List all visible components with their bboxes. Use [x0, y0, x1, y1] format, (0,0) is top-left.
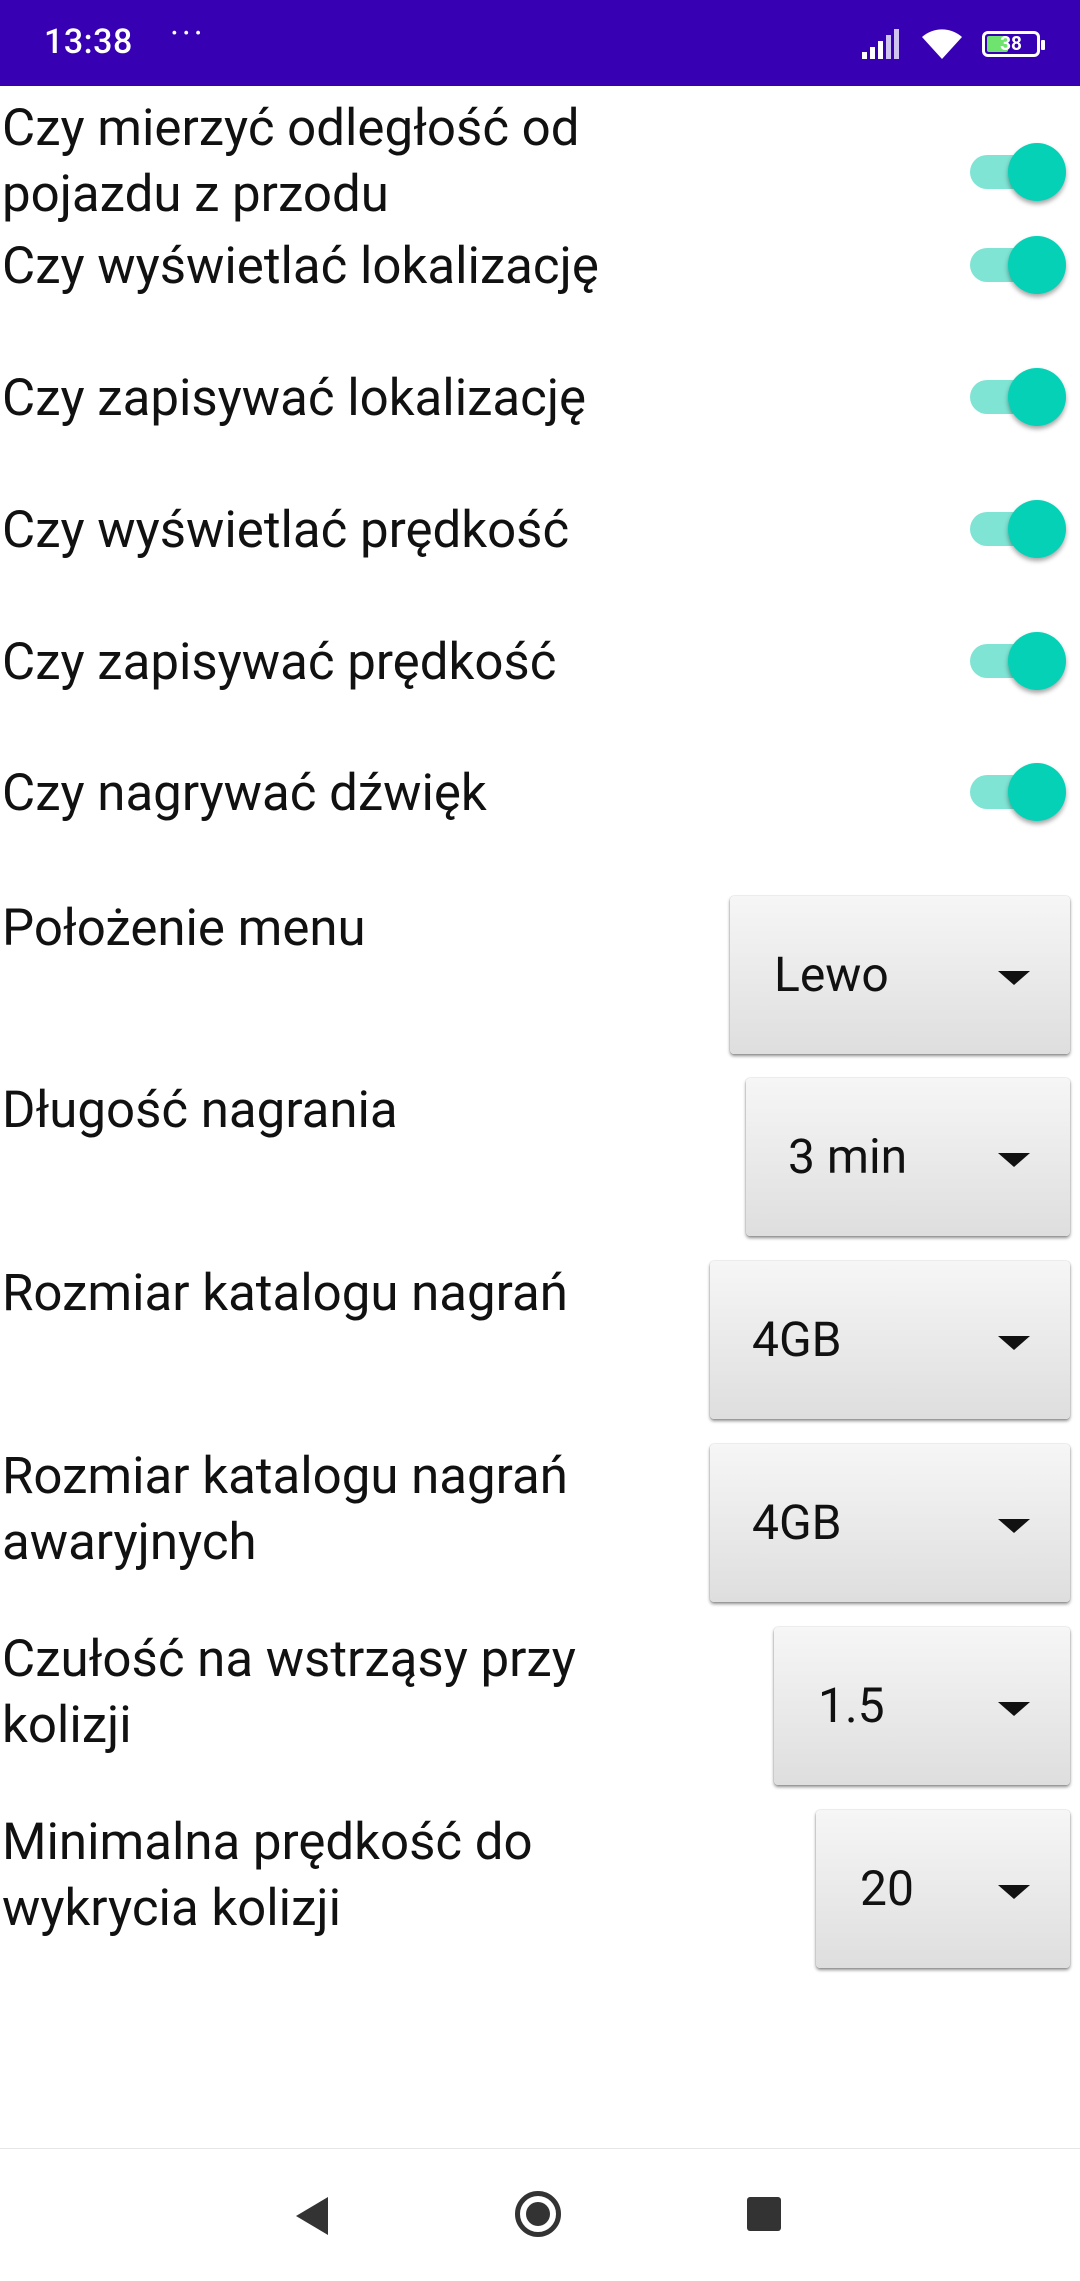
setting-row-emergency-folder-size: Rozmiar katalogu nagrań awaryjnych 4GB: [0, 1444, 1080, 1604]
recents-icon[interactable]: [747, 2197, 781, 2231]
setting-label: Czy wyświetlać prędkość: [2, 501, 570, 560]
setting-label: Rozmiar katalogu nagrań awaryjnych: [2, 1447, 568, 1572]
dropdown-arrow-icon: [998, 1885, 1030, 1899]
setting-label: Minimalna prędkość do wykrycia kolizji: [2, 1813, 533, 1938]
setting-row-distance: Czy mierzyć odległość od pojazdu z przod…: [0, 96, 1080, 224]
status-bar: 13:38 ··· 38: [0, 0, 1080, 86]
signal-icon: [862, 29, 899, 59]
dropdown-arrow-icon: [998, 1153, 1030, 1167]
home-icon[interactable]: [515, 2191, 561, 2237]
setting-label: Czy nagrywać dźwięk: [2, 764, 487, 823]
dropdown-arrow-icon: [998, 1519, 1030, 1533]
recording-length-spinner[interactable]: 3 min: [746, 1078, 1070, 1236]
dropdown-arrow-icon: [998, 971, 1030, 985]
toggle-switch-save-speed[interactable]: [962, 630, 1070, 692]
menu-position-spinner[interactable]: Lewo: [730, 896, 1070, 1054]
dropdown-arrow-icon: [998, 1336, 1030, 1350]
setting-label: Czy zapisywać prędkość: [2, 633, 557, 692]
spinner-value: Lewo: [774, 946, 889, 1003]
more-notifications-icon: ···: [170, 14, 206, 54]
setting-row-save-speed: Czy zapisywać prędkość: [0, 630, 1080, 726]
dropdown-arrow-icon: [998, 1702, 1030, 1716]
setting-row-menu-position: Położenie menu Lewo: [0, 896, 1080, 1056]
battery-icon: 38: [982, 31, 1045, 57]
setting-row-save-location: Czy zapisywać lokalizację: [0, 366, 1080, 462]
spinner-value: 4GB: [752, 1494, 842, 1551]
spinner-value: 3 min: [788, 1128, 908, 1185]
setting-label: Czy zapisywać lokalizację: [2, 369, 587, 428]
setting-row-show-speed: Czy wyświetlać prędkość: [0, 498, 1080, 594]
spinner-value: 1.5: [818, 1677, 885, 1734]
navigation-bar: [0, 2148, 1080, 2281]
recordings-folder-size-spinner[interactable]: 4GB: [710, 1261, 1070, 1419]
battery-level: 38: [1000, 32, 1022, 55]
setting-row-shock-sensitivity: Czułość na wstrząsy przy kolizji 1.5: [0, 1627, 1080, 1787]
setting-row-record-audio: Czy nagrywać dźwięk: [0, 761, 1080, 857]
emergency-folder-size-spinner[interactable]: 4GB: [710, 1444, 1070, 1602]
shock-sensitivity-spinner[interactable]: 1.5: [774, 1627, 1070, 1785]
setting-label: Położenie menu: [2, 899, 366, 958]
setting-label: Czułość na wstrząsy przy kolizji: [2, 1630, 576, 1755]
toggle-switch-save-location[interactable]: [962, 366, 1070, 428]
toggle-switch-show-speed[interactable]: [962, 498, 1070, 560]
setting-label: Rozmiar katalogu nagrań: [2, 1264, 568, 1323]
toggle-switch-show-location[interactable]: [962, 234, 1070, 296]
setting-row-recordings-folder-size: Rozmiar katalogu nagrań 4GB: [0, 1261, 1080, 1421]
wifi-icon: [922, 29, 962, 59]
setting-label: Czy mierzyć odległość od pojazdu z przod…: [2, 99, 580, 224]
back-icon[interactable]: [296, 2197, 328, 2235]
setting-row-recording-length: Długość nagrania 3 min: [0, 1078, 1080, 1238]
setting-label: Długość nagrania: [2, 1081, 398, 1140]
setting-label: Czy wyświetlać lokalizację: [2, 237, 599, 296]
setting-row-min-collision-speed: Minimalna prędkość do wykrycia kolizji 2…: [0, 1810, 1080, 1970]
status-time: 13:38: [44, 22, 133, 62]
spinner-value: 4GB: [752, 1311, 842, 1368]
spinner-value: 20: [860, 1860, 914, 1917]
toggle-switch-record-audio[interactable]: [962, 761, 1070, 823]
toggle-switch-distance[interactable]: [962, 141, 1070, 203]
min-collision-speed-spinner[interactable]: 20: [816, 1810, 1070, 1968]
setting-row-show-location: Czy wyświetlać lokalizację: [0, 234, 1080, 330]
status-icons: 38: [860, 24, 1045, 64]
